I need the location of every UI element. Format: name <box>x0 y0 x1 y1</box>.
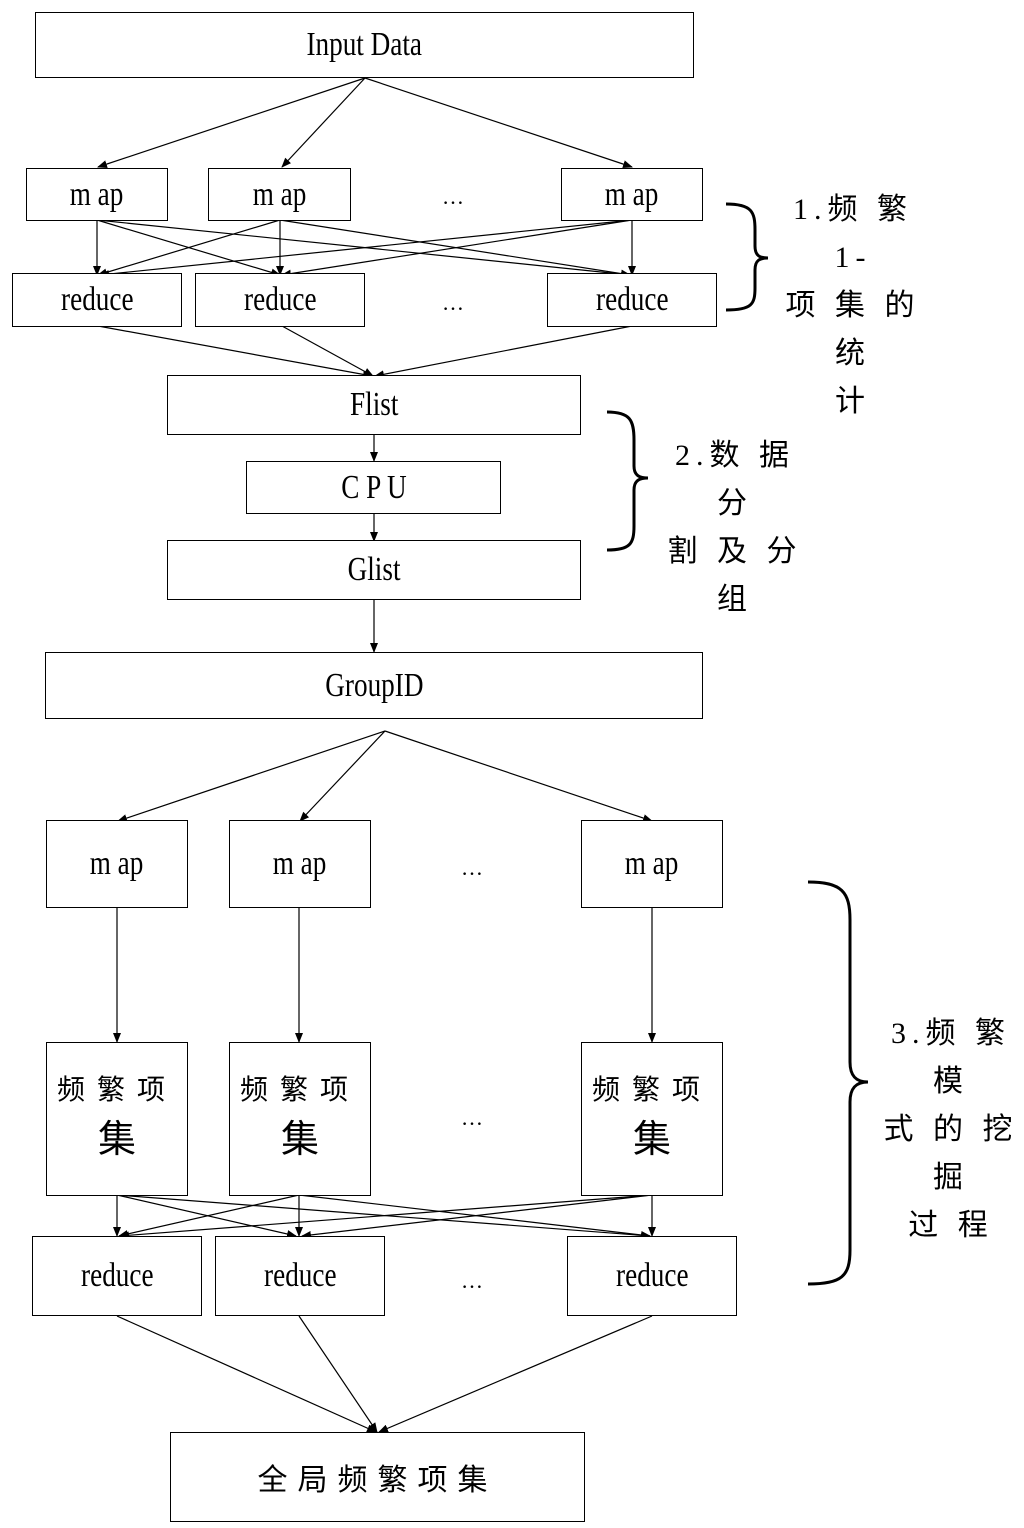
map-label: m ap <box>70 175 124 213</box>
arrow-groupid-map-3 <box>384 730 653 822</box>
stage1-reduce-box-1: reduce <box>12 273 182 327</box>
frequent-itemset-box-3: 频繁项 集 <box>581 1042 723 1196</box>
arrow-reduce2-flist <box>281 325 374 377</box>
brace-stage3 <box>807 880 869 1286</box>
map-label: m ap <box>90 845 144 882</box>
cpu-label: C P U <box>340 468 407 506</box>
map-label: m ap <box>252 175 307 213</box>
stage1-map-box-2: m ap <box>208 168 351 221</box>
arrow-reduce1-output <box>116 1315 377 1433</box>
reduce-label: reduce <box>615 1257 689 1294</box>
reduce-label: reduce <box>595 281 669 318</box>
brace-stage2 <box>606 410 649 552</box>
input-data-box: Input Data <box>35 12 694 78</box>
stage3-map-ellipsis: … <box>461 855 483 880</box>
input-data-label: Input Data <box>306 26 423 63</box>
stage3-reduce-ellipsis: … <box>461 1268 483 1293</box>
global-frequent-itemset-label: 全局频繁项集 <box>257 1464 498 1497</box>
stage1-reduce-box-3: reduce <box>547 273 717 327</box>
frequent-itemset-box-2: 频繁项 集 <box>229 1042 371 1196</box>
arrow-input-to-map-1 <box>97 77 366 168</box>
stage1-reduce-box-2: reduce <box>195 273 365 327</box>
stage1-map-box-1: m ap <box>26 168 168 221</box>
groupid-box: GroupID <box>45 652 703 719</box>
global-frequent-itemset-box: 全局频繁项集 <box>170 1432 585 1522</box>
glist-box: Glist <box>167 540 581 600</box>
stage3-annotation: 3.频 繁 模 式 的 挖 掘 过 程 <box>883 1017 1019 1242</box>
reduce-label: reduce <box>60 281 134 318</box>
cpu-box: C P U <box>246 461 501 514</box>
brace-stage1 <box>725 202 769 312</box>
stage1-map-ellipsis: … <box>442 184 464 209</box>
arrow-input-to-map-3 <box>364 77 633 168</box>
frequent-itemset-box-1: 频繁项 集 <box>46 1042 188 1196</box>
flist-label: Flist <box>349 386 399 423</box>
arrow-reduce1-flist <box>97 325 373 379</box>
stage3-itemset-ellipsis: … <box>461 1105 483 1130</box>
frequent-itemset-label: 频繁项 集 <box>591 1074 712 1161</box>
arrow-groupid-map-1 <box>117 730 386 822</box>
arrow-groupid-map-2 <box>299 730 386 822</box>
flist-box: Flist <box>167 375 581 435</box>
arrow-reduce3-output <box>378 1315 653 1433</box>
map-label: m ap <box>605 175 659 213</box>
reduce-label: reduce <box>263 1257 337 1294</box>
stage3-reduce-box-1: reduce <box>32 1236 202 1316</box>
frequent-itemset-label: 频繁项 集 <box>239 1074 360 1161</box>
frequent-itemset-label: 频繁项 集 <box>56 1074 177 1161</box>
reduce-label: reduce <box>243 281 317 318</box>
stage3-map-box-3: m ap <box>581 820 723 908</box>
stage3-map-box-1: m ap <box>46 820 188 908</box>
reduce-label: reduce <box>80 1257 154 1294</box>
stage1-annotation: 1.频 繁 1- 项 集 的 统 计 <box>785 193 921 418</box>
stage1-reduce-ellipsis: … <box>442 290 464 315</box>
map-label: m ap <box>625 845 679 882</box>
stage2-annotation: 2.数 据 分 割 及 分 组 <box>667 439 803 616</box>
glist-label: Glist <box>347 551 401 588</box>
map-label: m ap <box>273 845 327 882</box>
mapreduce-frequent-itemset-diagram: Input Data m ap m ap … m ap reduce reduc… <box>0 0 1024 1528</box>
stage3-reduce-box-2: reduce <box>215 1236 385 1316</box>
stage3-map-box-2: m ap <box>229 820 371 908</box>
stage1-map-box-3: m ap <box>561 168 703 221</box>
stage3-reduce-box-3: reduce <box>567 1236 737 1316</box>
arrow-reduce3-flist <box>374 325 633 379</box>
groupid-label: GroupID <box>324 666 424 704</box>
